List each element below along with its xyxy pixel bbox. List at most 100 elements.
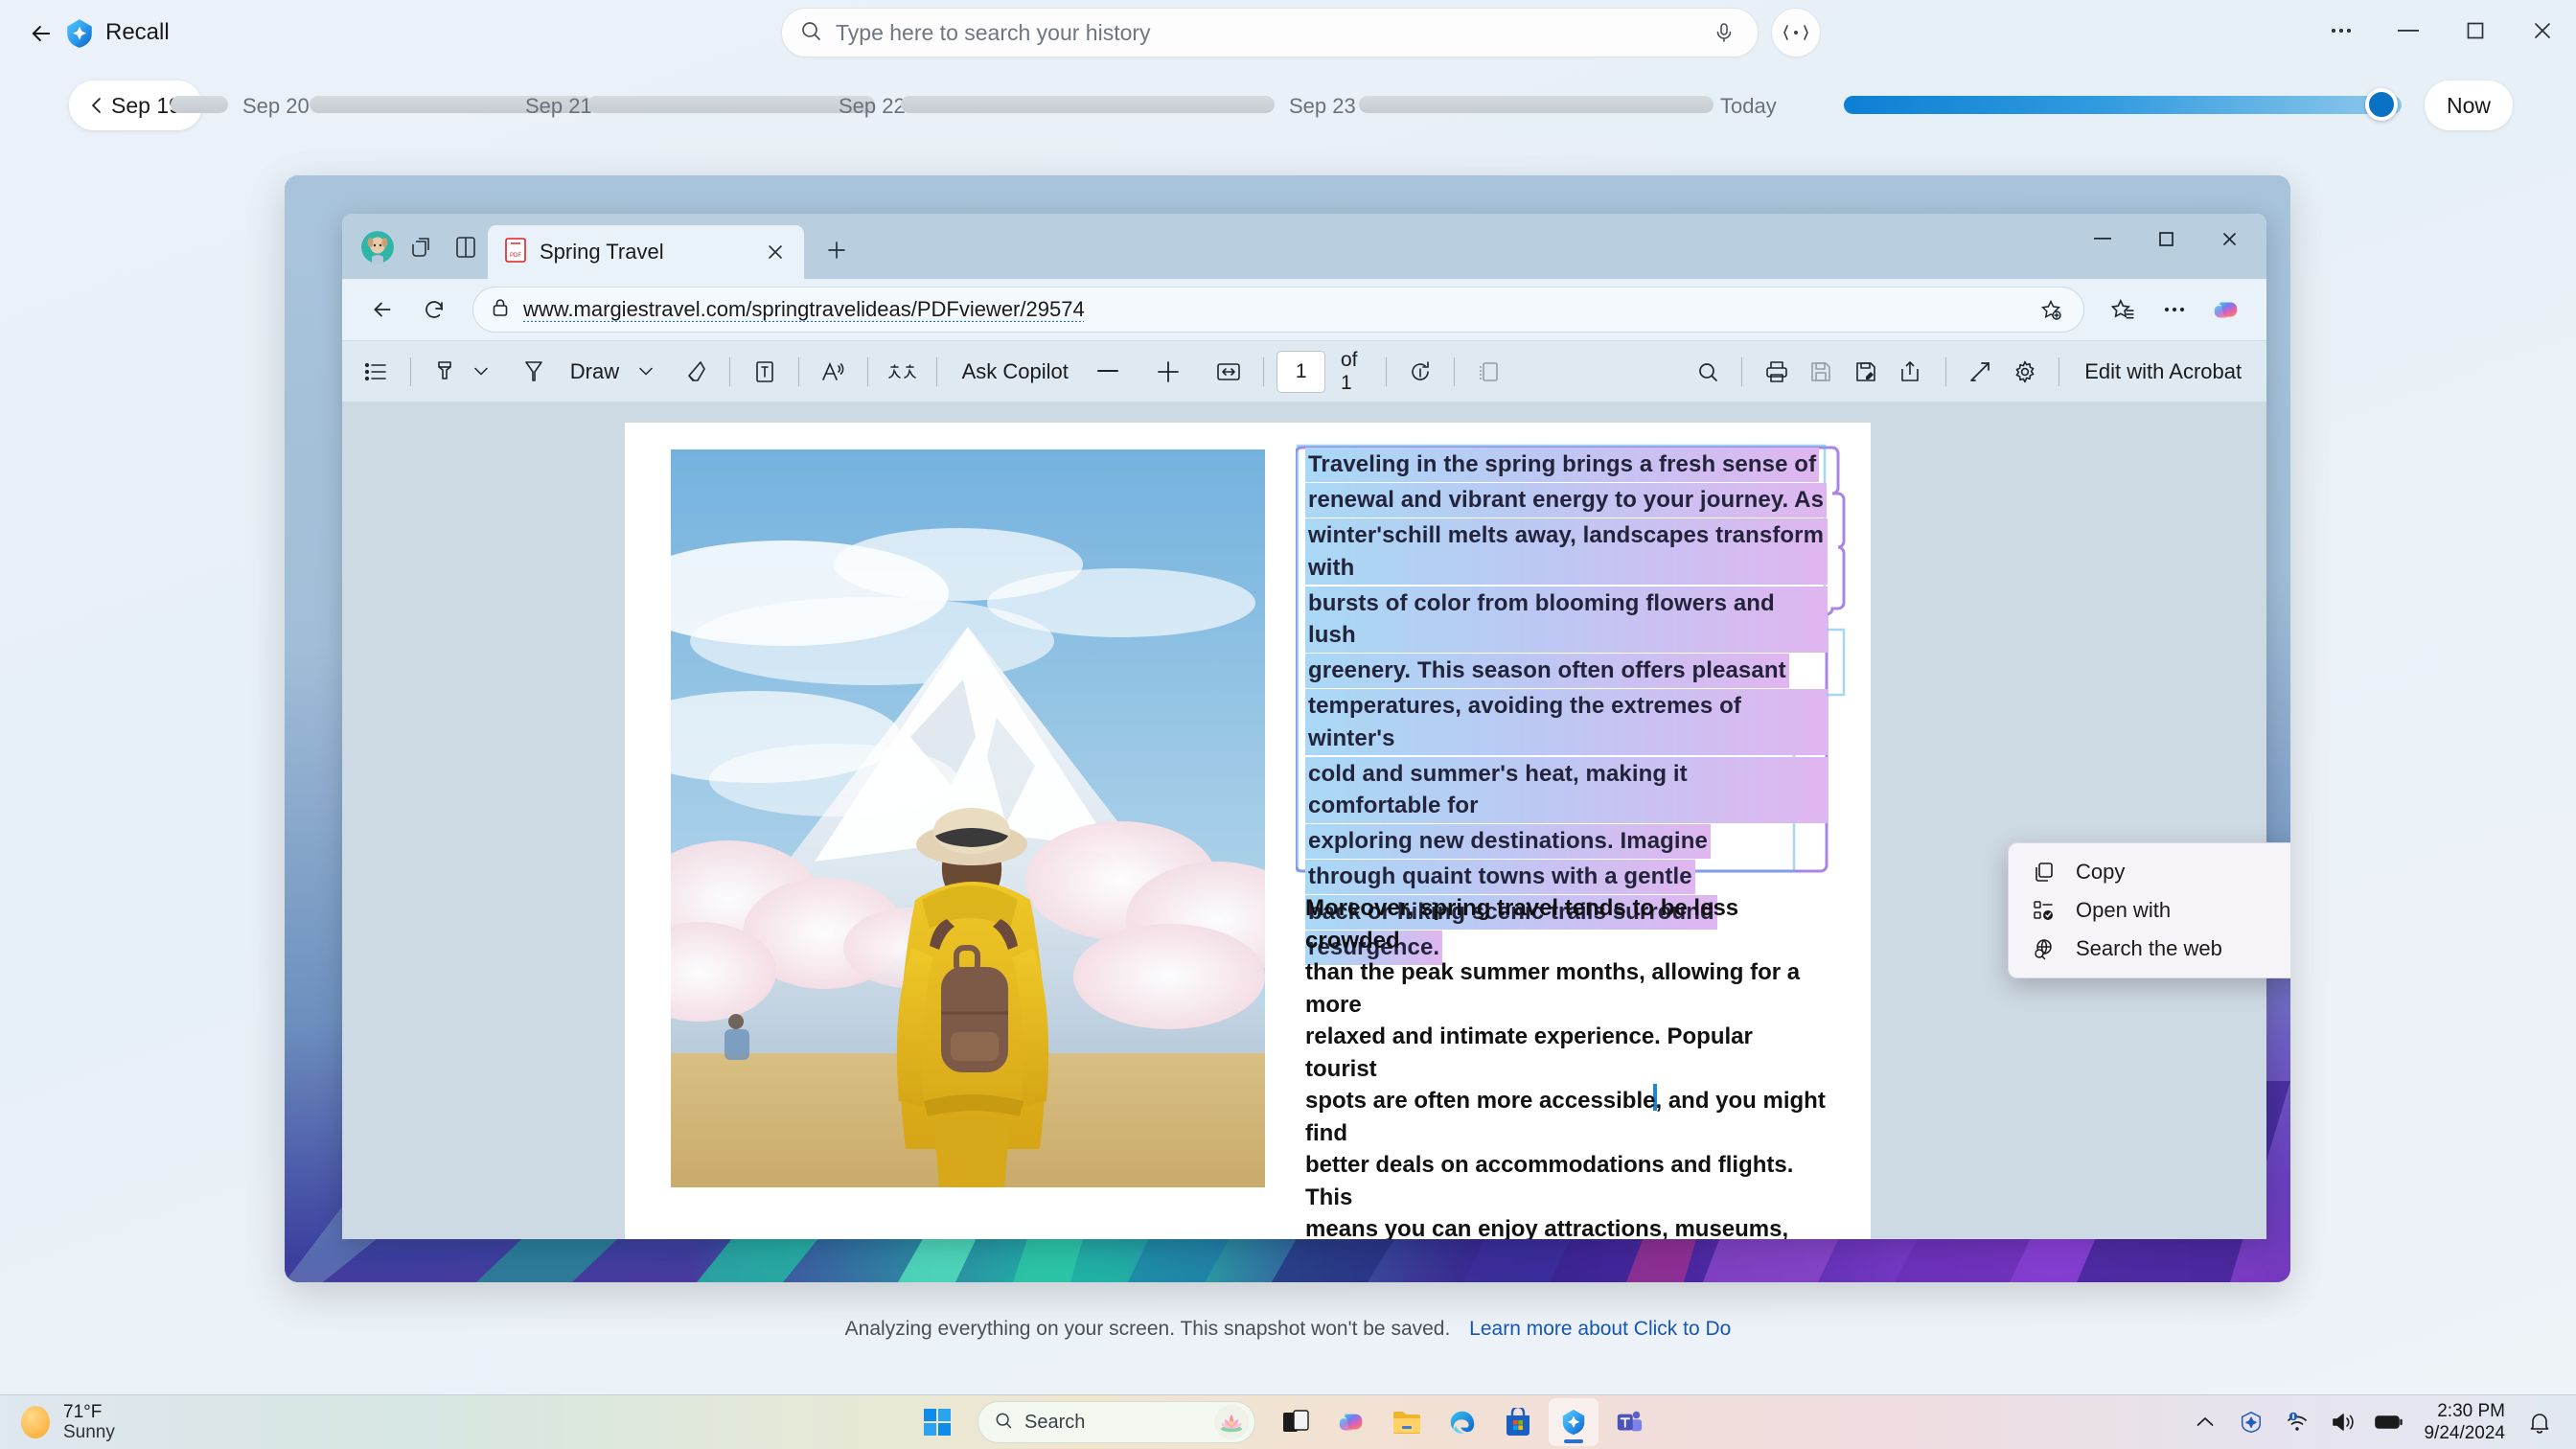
browser-tab-spring-travel[interactable]: PDF Spring Travel bbox=[488, 225, 804, 279]
show-hidden-icons-icon[interactable] bbox=[2184, 1398, 2226, 1446]
pdf-page-viewport[interactable]: Traveling in the spring brings a fresh s… bbox=[342, 402, 2266, 1239]
context-menu-item-search-the-web[interactable]: Search the web bbox=[2009, 930, 2290, 968]
analyzing-note: Analyzing everything on your screen. Thi… bbox=[844, 1318, 1451, 1340]
draw-label[interactable]: Draw bbox=[559, 359, 631, 384]
document-paragraph-1[interactable]: Traveling in the spring brings a fresh s… bbox=[1305, 448, 1828, 966]
save-as-icon[interactable] bbox=[1846, 350, 1887, 394]
search-icon[interactable] bbox=[1687, 350, 1728, 394]
recall-snapshot[interactable]: PDF Spring Travel www.margiestravel.com/… bbox=[285, 175, 2290, 1282]
task-view-icon[interactable] bbox=[1271, 1398, 1321, 1446]
highlighter-icon[interactable] bbox=[425, 350, 466, 394]
page-view-icon[interactable] bbox=[1468, 350, 1509, 394]
windows-taskbar: 71°F Sunny Search 2:30 PM 9/24/2024 bbox=[0, 1394, 2576, 1449]
screenshot-icon[interactable] bbox=[1771, 8, 1821, 58]
now-button[interactable]: Now bbox=[2425, 80, 2513, 130]
timeline-segment[interactable] bbox=[171, 96, 228, 113]
document-paragraph-2[interactable]: Moreover, spring travel tends to be less… bbox=[1305, 892, 1828, 1239]
address-bar[interactable]: www.margiestravel.com/springtravelideas/… bbox=[472, 287, 2084, 333]
fit-to-width-icon[interactable] bbox=[1208, 350, 1250, 394]
split-screen-icon[interactable] bbox=[444, 225, 488, 269]
maximize-button[interactable] bbox=[2442, 0, 2509, 61]
copilot-icon[interactable] bbox=[2203, 287, 2249, 333]
taskbar-clock[interactable]: 2:30 PM 9/24/2024 bbox=[2414, 1400, 2515, 1444]
search-input[interactable] bbox=[836, 19, 1708, 46]
chevron-down-icon[interactable] bbox=[470, 353, 493, 391]
translate-icon[interactable] bbox=[882, 350, 923, 394]
timeline-active-track[interactable] bbox=[1844, 96, 2402, 114]
minus-icon[interactable] bbox=[1088, 350, 1129, 394]
close-icon[interactable] bbox=[760, 237, 791, 267]
windows-start-icon[interactable] bbox=[912, 1398, 962, 1446]
copilot-tray-icon[interactable] bbox=[2230, 1398, 2272, 1446]
context-menu-item-copy[interactable]: Copy Ctrl+C bbox=[2009, 853, 2290, 891]
tab-search-icon[interactable] bbox=[400, 225, 444, 269]
recall-search-bar[interactable] bbox=[781, 8, 1759, 58]
recall-icon[interactable] bbox=[1549, 1398, 1598, 1446]
gear-icon[interactable] bbox=[2004, 350, 2045, 394]
minimize-button[interactable] bbox=[2375, 0, 2442, 61]
rotate-icon[interactable] bbox=[1400, 350, 1441, 394]
battery-icon[interactable] bbox=[2368, 1398, 2410, 1446]
edit-with-acrobat-button[interactable]: Edit with Acrobat bbox=[2073, 359, 2253, 384]
edge-browser-window[interactable]: PDF Spring Travel www.margiestravel.com/… bbox=[342, 214, 2266, 1239]
copilot-icon[interactable] bbox=[1326, 1398, 1376, 1446]
taskbar-weather-widget[interactable]: 71°F Sunny bbox=[21, 1402, 115, 1442]
notification-bell-icon[interactable] bbox=[2518, 1398, 2561, 1446]
plus-icon[interactable] bbox=[1148, 350, 1189, 394]
new-tab-button[interactable] bbox=[814, 227, 860, 273]
edge-icon[interactable] bbox=[1438, 1398, 1487, 1446]
save-icon[interactable] bbox=[1801, 350, 1842, 394]
close-button[interactable] bbox=[2509, 0, 2576, 61]
ellipsis-icon[interactable] bbox=[2151, 287, 2197, 333]
arrow-left-icon[interactable] bbox=[359, 287, 405, 333]
timeline-day-today[interactable]: Today bbox=[1720, 94, 1777, 119]
back-arrow-icon[interactable] bbox=[21, 13, 61, 54]
file-explorer-icon[interactable] bbox=[1382, 1398, 1432, 1446]
microphone-icon[interactable] bbox=[1708, 16, 1740, 49]
network-icon[interactable] bbox=[2276, 1398, 2318, 1446]
lotus-icon[interactable] bbox=[1214, 1405, 1249, 1439]
more-options-icon[interactable] bbox=[2308, 0, 2375, 61]
volume-icon[interactable] bbox=[2322, 1398, 2364, 1446]
eraser-icon[interactable] bbox=[675, 350, 716, 394]
context-menu-item-open-with[interactable]: Open with bbox=[2009, 891, 2290, 930]
read-aloud-icon[interactable] bbox=[813, 350, 854, 394]
clock-time: 2:30 PM bbox=[2437, 1401, 2505, 1421]
print-icon[interactable] bbox=[1756, 350, 1797, 394]
timeline-day-sep21[interactable]: Sep 21 bbox=[525, 94, 592, 119]
timeline-day-sep20[interactable]: Sep 20 bbox=[242, 94, 310, 119]
share-icon[interactable] bbox=[1891, 350, 1932, 394]
learn-more-link[interactable]: Learn more about Click to Do bbox=[1469, 1318, 1731, 1340]
timeline-day-sep22[interactable]: Sep 22 bbox=[839, 94, 906, 119]
draw-pen-icon[interactable] bbox=[514, 350, 555, 394]
add-favorite-icon[interactable] bbox=[2028, 287, 2074, 333]
context-menu[interactable]: Copy Ctrl+C Open with Search the web bbox=[2008, 842, 2290, 978]
microsoft-store-icon[interactable] bbox=[1493, 1398, 1543, 1446]
timeline-day-sep23[interactable]: Sep 23 bbox=[1289, 94, 1356, 119]
fullscreen-icon[interactable] bbox=[1960, 350, 2001, 394]
table-of-contents-icon[interactable] bbox=[356, 350, 397, 394]
timeline-segment[interactable] bbox=[901, 96, 1275, 113]
lock-icon[interactable] bbox=[491, 297, 510, 323]
timeline-segment[interactable] bbox=[587, 96, 875, 113]
teams-icon[interactable] bbox=[1604, 1398, 1654, 1446]
taskbar-search-box[interactable]: Search bbox=[978, 1401, 1255, 1443]
profile-avatar[interactable] bbox=[356, 225, 400, 269]
browser-maximize-button[interactable] bbox=[2134, 218, 2197, 260]
add-text-icon[interactable] bbox=[744, 350, 785, 394]
browser-tab-strip: PDF Spring Travel bbox=[342, 214, 2266, 279]
ask-copilot-button[interactable]: Ask Copilot bbox=[951, 359, 1080, 384]
timeline-scrubber[interactable]: Sep 19 Sep 20 Sep 21 Sep 22 Sep 23 Today… bbox=[0, 79, 2576, 134]
page-total-label: of 1 bbox=[1340, 348, 1358, 394]
chevron-down-icon[interactable] bbox=[634, 353, 657, 391]
timeline-segment[interactable] bbox=[1359, 96, 1714, 113]
browser-close-button[interactable] bbox=[2197, 218, 2261, 260]
toolbar-divider bbox=[2058, 356, 2060, 386]
page-number-input[interactable]: 1 bbox=[1276, 350, 1325, 393]
timeline-scrubber-handle[interactable] bbox=[2365, 88, 2398, 121]
collections-icon[interactable] bbox=[2100, 287, 2146, 333]
browser-minimize-button[interactable] bbox=[2071, 218, 2134, 260]
refresh-icon[interactable] bbox=[411, 287, 457, 333]
toolbar-divider bbox=[935, 356, 937, 386]
toolbar-divider bbox=[1741, 356, 1743, 386]
